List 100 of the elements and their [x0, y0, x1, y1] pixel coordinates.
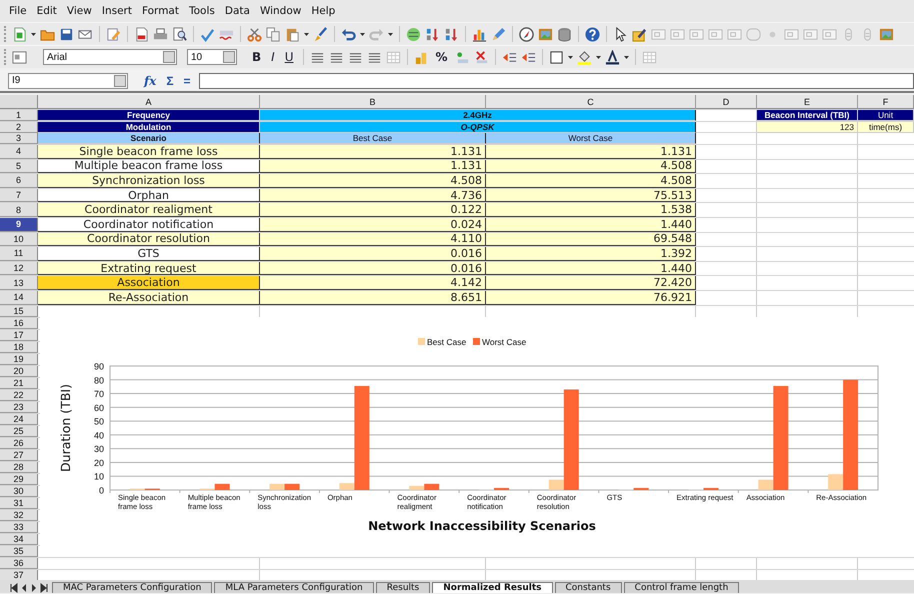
help-icon[interactable]	[585, 26, 600, 42]
row-header[interactable]: 15	[0, 306, 38, 317]
pdf-icon[interactable]	[134, 26, 149, 42]
row-header[interactable]: 33	[0, 522, 38, 533]
background-color-icon[interactable]	[576, 50, 592, 64]
name-box[interactable]: I9	[8, 72, 128, 88]
row-header[interactable]: 9	[0, 218, 38, 232]
merge-cells-icon[interactable]	[386, 50, 400, 64]
database-icon[interactable]	[557, 26, 572, 42]
row-header[interactable]: 16	[0, 318, 38, 329]
compass-icon[interactable]	[519, 26, 534, 42]
sheet-tab[interactable]: MAC Parameters Configuration	[52, 582, 212, 593]
row-header[interactable]: 8	[0, 203, 38, 217]
row-header[interactable]: 12	[0, 262, 38, 276]
save-icon[interactable]	[59, 26, 74, 42]
menu-item[interactable]: View	[66, 5, 92, 17]
row-header[interactable]: 19	[0, 354, 38, 365]
row-header[interactable]: 17	[0, 330, 38, 341]
first-sheet-icon[interactable]	[10, 583, 18, 593]
delete-decimal-icon[interactable]	[474, 50, 489, 64]
dropdown-arrow-icon[interactable]	[624, 56, 629, 58]
column-header[interactable]: B	[260, 95, 486, 109]
text-style-button[interactable]: U	[282, 50, 296, 64]
sheet-tab[interactable]: MLA Parameters Configuration	[214, 582, 374, 593]
dropdown-arrow-icon[interactable]	[596, 56, 601, 58]
font-color-icon[interactable]	[604, 50, 620, 64]
cut-icon[interactable]	[247, 26, 262, 42]
sheet-tab[interactable]: Control frame length	[624, 582, 740, 593]
row-header[interactable]: 26	[0, 438, 38, 449]
row-header[interactable]: 11	[0, 247, 38, 261]
row-header[interactable]: 6	[0, 174, 38, 188]
sort-descending-icon[interactable]	[444, 26, 459, 42]
row-header[interactable]: 20	[0, 366, 38, 377]
font-name-field[interactable]: Arial	[43, 49, 177, 65]
spellcheck-icon[interactable]	[200, 26, 215, 42]
border-icon[interactable]	[548, 50, 564, 64]
row-header[interactable]: 5	[0, 160, 38, 174]
image-icon[interactable]	[879, 26, 894, 42]
dropdown-arrow-icon[interactable]	[388, 32, 393, 36]
brush-icon[interactable]	[313, 26, 328, 42]
column-header[interactable]: F	[858, 95, 914, 109]
row-header[interactable]: 30	[0, 486, 38, 497]
sheet-tab[interactable]: Results	[376, 582, 430, 593]
dropdown-arrow-icon[interactable]	[31, 32, 36, 36]
font-size-field[interactable]: 10	[187, 49, 237, 65]
form-design-icon[interactable]	[632, 26, 647, 42]
row-header[interactable]: 32	[0, 510, 38, 521]
sheet-tab[interactable]: Constants	[554, 582, 622, 593]
menu-item[interactable]: Format	[142, 5, 179, 17]
percent-button[interactable]: %	[432, 50, 451, 64]
checkbox-icon[interactable]	[689, 26, 704, 42]
select-all-button[interactable]	[0, 95, 38, 109]
print-icon[interactable]	[153, 26, 168, 42]
row-header[interactable]: 4	[0, 145, 38, 159]
menu-item[interactable]: Data	[224, 5, 250, 17]
row-header[interactable]: 28	[0, 462, 38, 473]
formula-input[interactable]	[198, 72, 914, 88]
next-sheet-icon[interactable]	[30, 583, 38, 593]
row-header[interactable]: 10	[0, 232, 38, 246]
text-style-button[interactable]: B	[249, 50, 264, 64]
formula-button[interactable]: fx	[142, 74, 158, 88]
column-header[interactable]: E	[757, 95, 858, 109]
column-header[interactable]: A	[38, 95, 260, 109]
row-header[interactable]: 7	[0, 188, 38, 202]
sheet-tab[interactable]: Normalized Results	[432, 582, 552, 593]
last-sheet-icon[interactable]	[40, 583, 48, 593]
row-header[interactable]: 18	[0, 342, 38, 353]
text-style-button[interactable]: I	[268, 50, 278, 64]
previous-sheet-icon[interactable]	[20, 583, 28, 593]
styles-icon[interactable]	[12, 50, 27, 64]
row-header[interactable]: 3	[0, 133, 38, 144]
row-header[interactable]: 21	[0, 378, 38, 389]
row-header[interactable]: 22	[0, 390, 38, 401]
menu-item[interactable]: Help	[311, 5, 336, 17]
undo-icon[interactable]	[341, 26, 356, 42]
row-header[interactable]: 2	[0, 122, 38, 133]
row-header[interactable]: 34	[0, 534, 38, 545]
menu-item[interactable]: File	[9, 5, 27, 17]
dropdown-arrow-icon[interactable]	[568, 56, 573, 58]
dropdown-arrow-icon[interactable]	[304, 32, 309, 36]
menu-item[interactable]: Insert	[102, 5, 132, 17]
edit-document-icon[interactable]	[106, 26, 121, 42]
menu-item[interactable]: Window	[260, 5, 302, 17]
row-header[interactable]: 35	[0, 546, 38, 557]
add-decimal-icon[interactable]	[454, 50, 470, 64]
dropdown-arrow-icon[interactable]	[360, 32, 365, 36]
page-preview-icon[interactable]	[172, 26, 187, 42]
sort-ascending-icon[interactable]	[425, 26, 440, 42]
row-header[interactable]: 31	[0, 498, 38, 509]
row-header[interactable]: 37	[0, 570, 38, 580]
row-header[interactable]: 13	[0, 276, 38, 290]
column-header[interactable]: C	[486, 95, 696, 109]
row-header[interactable]: 27	[0, 450, 38, 461]
formula-button[interactable]: =	[182, 74, 193, 88]
row-header[interactable]: 36	[0, 558, 38, 569]
globe-icon[interactable]	[406, 26, 421, 42]
row-header[interactable]: 23	[0, 402, 38, 413]
menu-item[interactable]: Edit	[36, 5, 57, 17]
menu-item[interactable]: Tools	[188, 5, 215, 17]
row-header[interactable]: 25	[0, 426, 38, 437]
